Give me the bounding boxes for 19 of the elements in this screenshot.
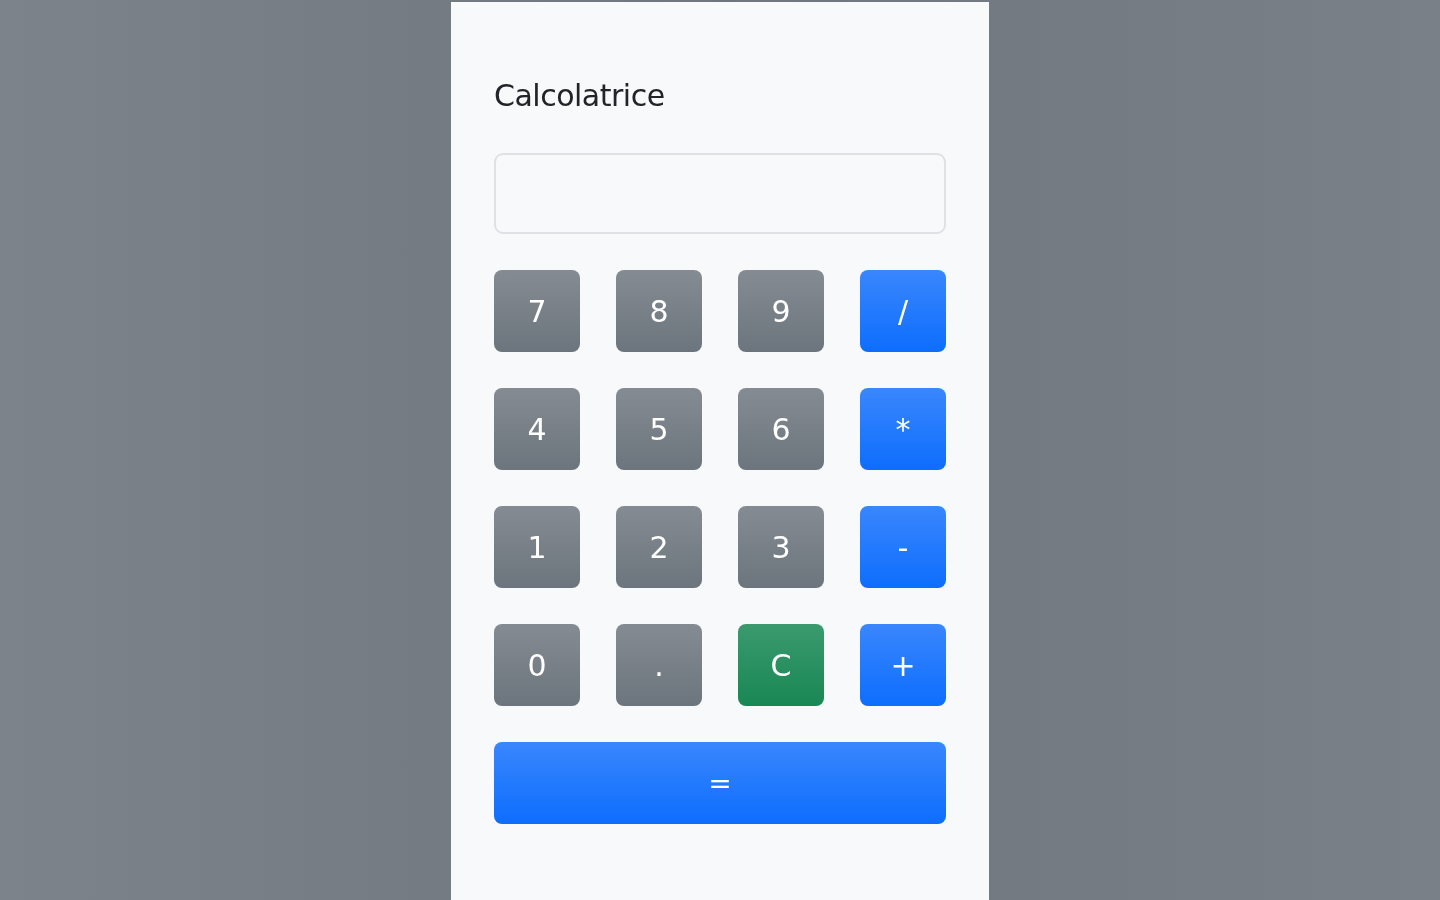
calculator-title: Calcolatrice: [494, 78, 666, 113]
digit-key[interactable]: 7: [494, 270, 580, 352]
digit-key[interactable]: 5: [616, 388, 702, 470]
digit-key[interactable]: 1: [494, 506, 580, 588]
operator-key[interactable]: *: [860, 388, 946, 470]
digit-key[interactable]: 6: [738, 388, 824, 470]
operator-key[interactable]: /: [860, 270, 946, 352]
operator-key[interactable]: +: [860, 624, 946, 706]
digit-key[interactable]: 8: [616, 270, 702, 352]
display-field[interactable]: [494, 153, 946, 234]
digit-key[interactable]: 0: [494, 624, 580, 706]
digit-key[interactable]: 9: [738, 270, 824, 352]
digit-key[interactable]: 4: [494, 388, 580, 470]
operator-key[interactable]: -: [860, 506, 946, 588]
digit-key[interactable]: .: [616, 624, 702, 706]
equals-key[interactable]: =: [494, 742, 946, 824]
digit-key[interactable]: 3: [738, 506, 824, 588]
digit-key[interactable]: 2: [616, 506, 702, 588]
clear-key[interactable]: C: [738, 624, 824, 706]
